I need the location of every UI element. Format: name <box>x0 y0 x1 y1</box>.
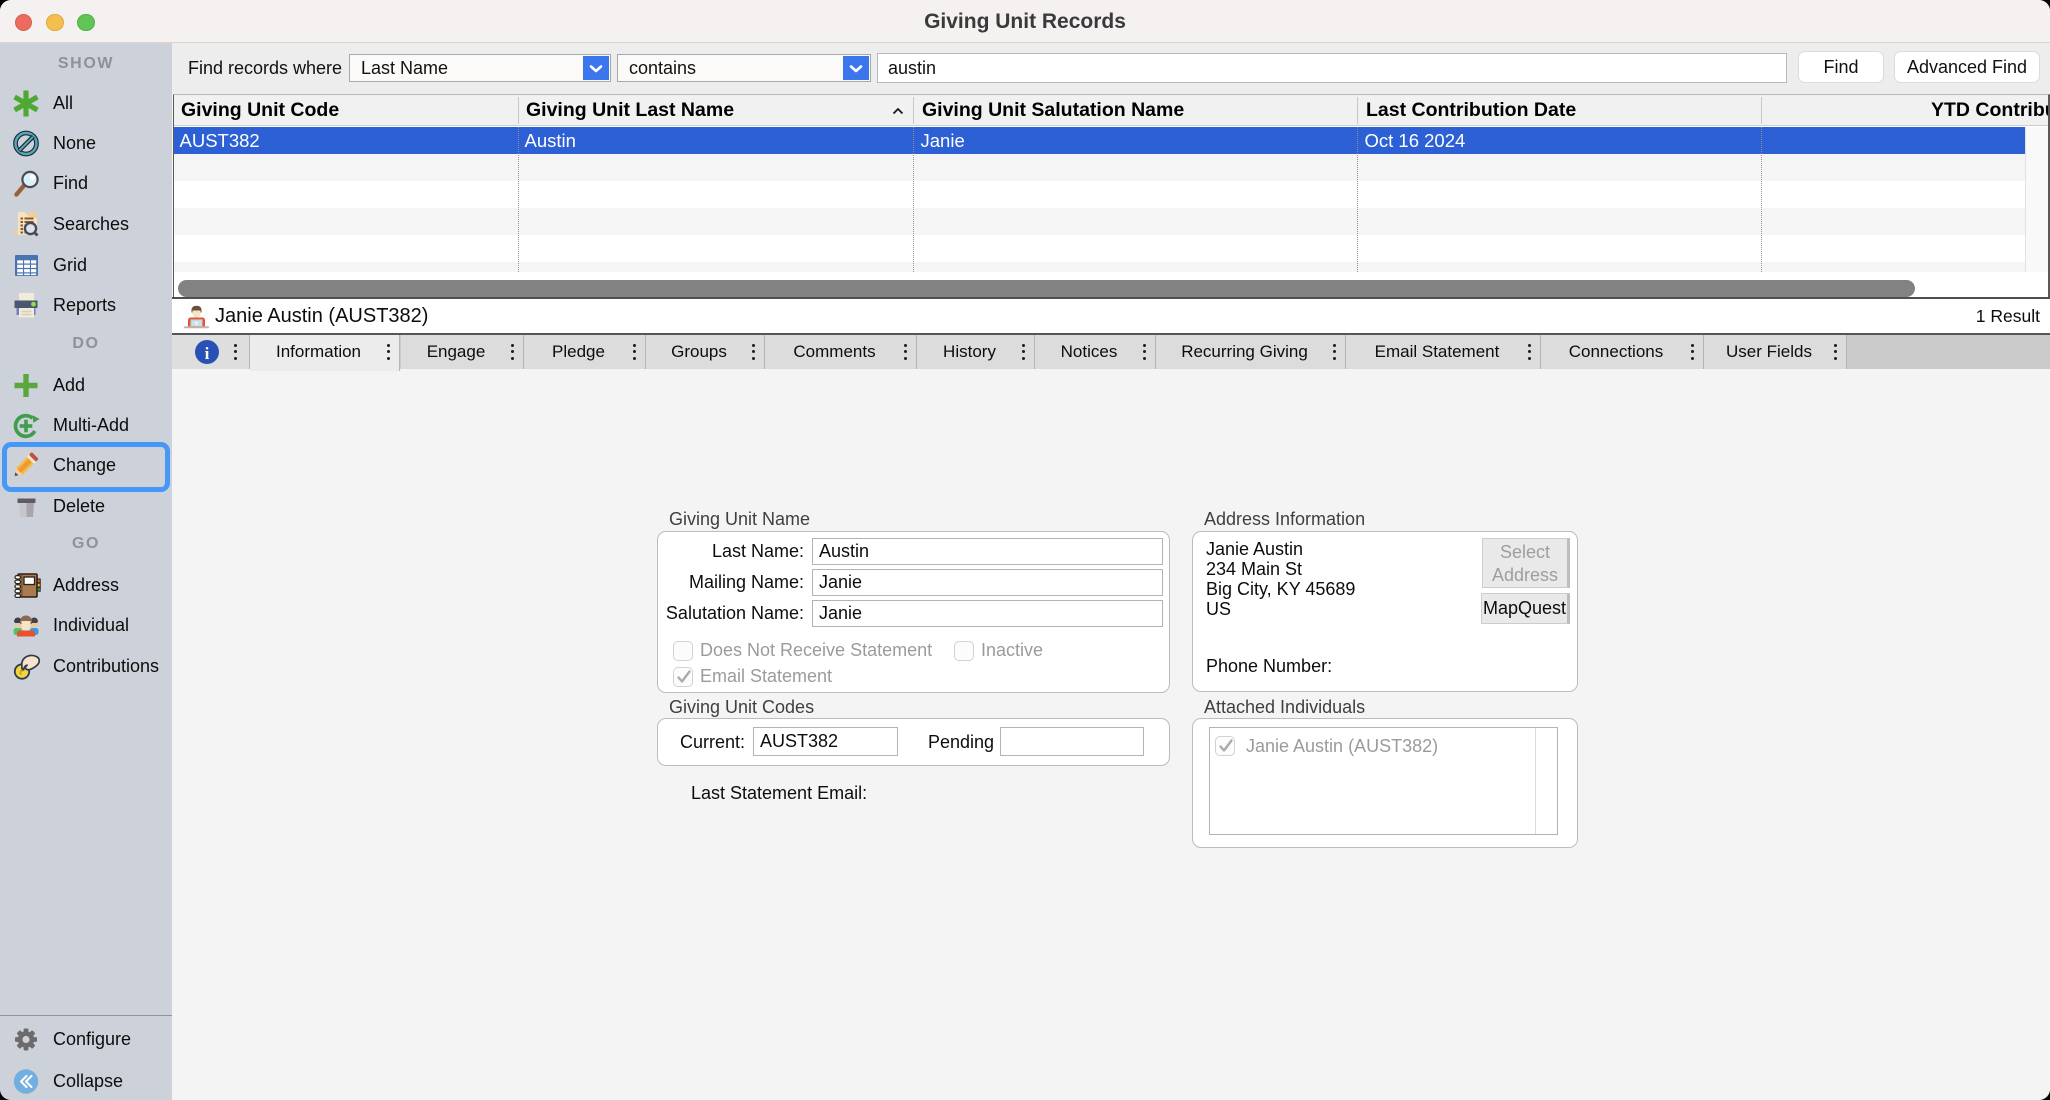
svg-text:i: i <box>205 344 210 363</box>
